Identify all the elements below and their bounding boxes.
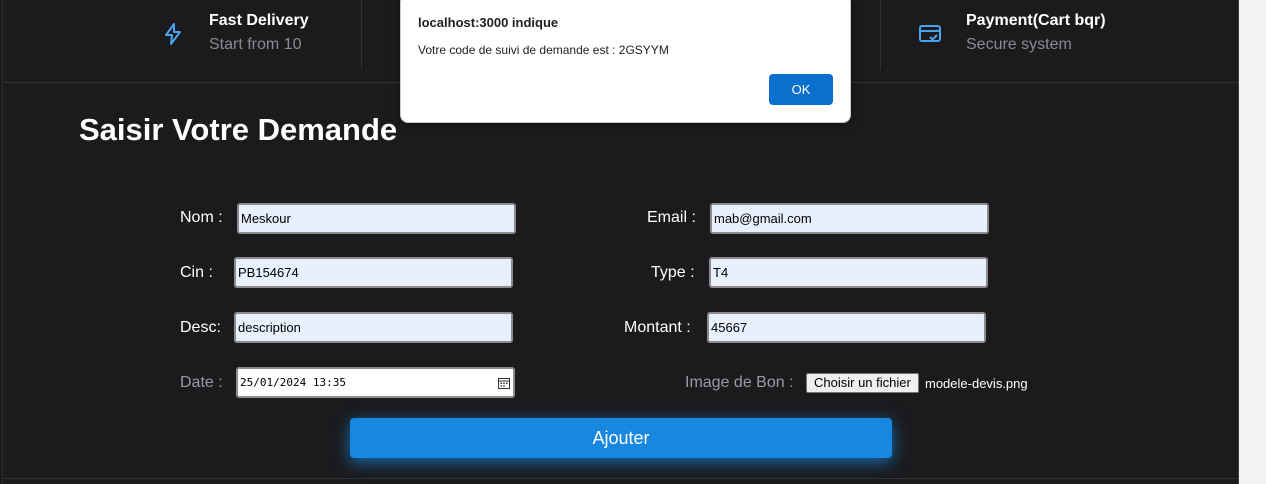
feature-subtitle: Start from 10: [209, 36, 302, 53]
date-label: Date :: [180, 374, 223, 391]
scrollbar-gutter: [1239, 0, 1266, 484]
nom-label: Nom :: [180, 209, 223, 226]
cin-label: Cin :: [180, 264, 213, 281]
montant-input[interactable]: [707, 312, 986, 343]
type-label: Type :: [651, 264, 695, 281]
desc-input[interactable]: [234, 312, 513, 343]
date-input[interactable]: [236, 367, 515, 398]
ajouter-button[interactable]: Ajouter: [350, 418, 892, 458]
feature-divider: [880, 0, 881, 70]
section-divider: [3, 478, 1238, 479]
feature-title: Fast Delivery: [209, 12, 309, 29]
feature-divider: [361, 0, 362, 70]
cin-input[interactable]: [234, 257, 513, 288]
nom-input[interactable]: [237, 203, 516, 234]
dialog-message: Votre code de suivi de demande est : 2GS…: [418, 43, 669, 57]
feature-subtitle: Secure system: [966, 36, 1072, 53]
credit-card-icon: [919, 25, 941, 42]
image-label: Image de Bon :: [685, 374, 794, 391]
desc-label: Desc:: [180, 319, 221, 336]
choose-file-button[interactable]: Choisir un fichier: [806, 373, 919, 393]
dialog-title: localhost:3000 indique: [418, 15, 559, 30]
feature-title: Payment(Cart bqr): [966, 12, 1106, 29]
type-input[interactable]: [709, 257, 988, 288]
page-title: Saisir Votre Demande: [79, 112, 398, 147]
montant-label: Montant :: [624, 319, 691, 336]
dialog-ok-button[interactable]: OK: [769, 74, 833, 105]
email-label: Email :: [647, 209, 696, 226]
email-input[interactable]: [710, 203, 989, 234]
lightning-icon: [165, 23, 181, 45]
calendar-icon[interactable]: [497, 376, 511, 390]
feature-fast-delivery: Fast Delivery Start from 10: [161, 0, 361, 70]
selected-file-name: modele-devis.png: [925, 376, 1028, 391]
feature-payment: Payment(Cart bqr) Secure system: [918, 0, 1138, 70]
alert-dialog: localhost:3000 indique Votre code de sui…: [400, 0, 851, 123]
